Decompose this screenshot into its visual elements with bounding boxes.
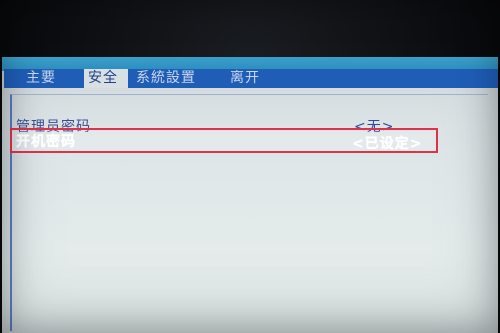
tab-exit[interactable]: 离开: [226, 69, 270, 88]
red-annotation-box: [10, 128, 438, 153]
tab-main[interactable]: 主要: [22, 69, 70, 88]
bios-menu-bar: 主要 安全 系統設置 离开: [4, 69, 498, 88]
tab-security[interactable]: 安全: [84, 69, 128, 88]
tab-system-settings[interactable]: 系統設置: [132, 69, 216, 88]
